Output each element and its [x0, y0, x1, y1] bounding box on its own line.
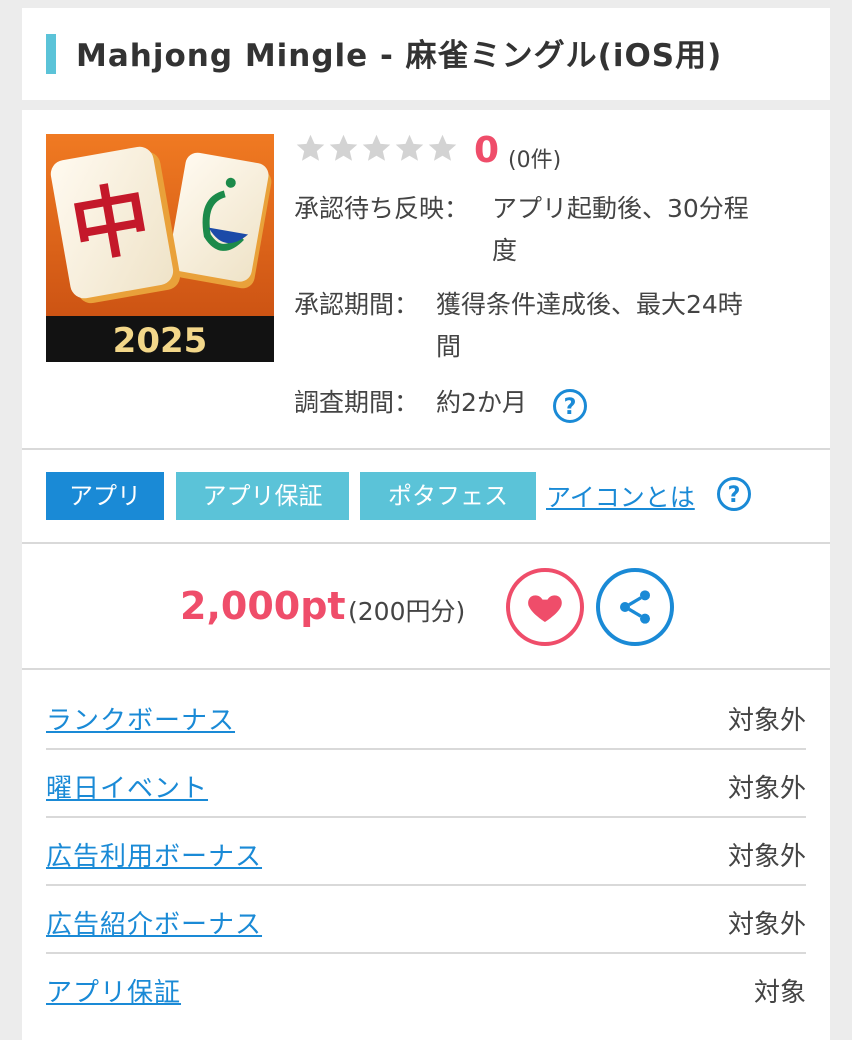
share-button[interactable] [596, 568, 674, 646]
reward-yen: (200円分) [348, 597, 466, 626]
divider [22, 542, 830, 544]
bonus-row: ランクボーナス 対象外 [46, 682, 806, 750]
rating-value: 0 [474, 130, 500, 171]
star-icon [362, 134, 391, 161]
divider [22, 448, 830, 450]
tag-app-guarantee: アプリ保証 [176, 472, 349, 520]
title-card: Mahjong Mingle - 麻雀ミングル(iOS用) [22, 8, 830, 100]
info-label: 承認期間： [294, 290, 420, 319]
bonus-status: 対象外 [727, 774, 806, 804]
help-icon[interactable]: ? [716, 476, 752, 512]
info-value-cont: 間 [436, 332, 462, 361]
info-row-approval-period: 承認期間： 獲得条件達成後、最大24時 間 [294, 284, 814, 374]
page-title: Mahjong Mingle - 麻雀ミングル(iOS用) [76, 38, 723, 74]
bonus-status: 対象外 [727, 706, 806, 736]
bonus-row: アプリ保証 対象 [46, 954, 806, 1022]
offer-card: 中 2025 0 (0件) 承認待ち反映： アプリ起動後、30分程 度 承認期間… [22, 110, 830, 1040]
tag-potafes: ポタフェス [360, 472, 536, 520]
bonus-status: 対象外 [727, 842, 806, 872]
svg-text:?: ? [728, 483, 741, 508]
mahjong-tiles-icon: 中 2025 [46, 134, 274, 362]
info-label: 承認待ち反映： [294, 194, 470, 223]
bonus-link-weekday[interactable]: 曜日イベント [46, 768, 208, 805]
reward-points: 2,000pt [180, 584, 346, 628]
bonus-status: 対象 [753, 978, 806, 1008]
info-value-cont: 度 [492, 236, 518, 265]
info-value: アプリ起動後、30分程 [492, 194, 749, 223]
bonus-link-rank[interactable]: ランクボーナス [46, 700, 235, 737]
info-row-survey-period: 調査期間： 約2か月 ? [294, 382, 814, 426]
share-icon [620, 590, 650, 624]
icon-help-link[interactable]: アイコンとは [546, 478, 695, 514]
svg-text:?: ? [564, 395, 577, 420]
info-value: 約2か月 [436, 388, 527, 417]
favorite-button[interactable] [506, 568, 584, 646]
star-icon [428, 134, 457, 161]
tag-app: アプリ [46, 472, 164, 520]
star-icon [329, 134, 358, 161]
bonus-row: 広告利用ボーナス 対象外 [46, 818, 806, 886]
star-icon [395, 134, 424, 161]
info-label: 調査期間： [294, 388, 420, 417]
bonus-link-app-guarantee[interactable]: アプリ保証 [46, 972, 181, 1009]
bonus-link-ad-usage[interactable]: 広告利用ボーナス [46, 836, 262, 873]
rating-stars [294, 132, 459, 165]
rating-count: (0件) [508, 148, 562, 173]
title-accent-bar [46, 34, 56, 74]
help-icon[interactable]: ? [552, 384, 588, 426]
info-value: 獲得条件達成後、最大24時 [436, 290, 743, 319]
info-row-approval-reflect: 承認待ち反映： アプリ起動後、30分程 度 [294, 188, 814, 278]
heart-icon [528, 595, 562, 622]
star-icon [296, 134, 325, 161]
app-icon-image[interactable]: 中 2025 [46, 134, 274, 362]
bonus-row: 広告紹介ボーナス 対象外 [46, 886, 806, 954]
divider [22, 668, 830, 670]
icon-year-label: 2025 [113, 321, 208, 361]
bonus-link-ad-referral[interactable]: 広告紹介ボーナス [46, 904, 262, 941]
bonus-status: 対象外 [727, 910, 806, 940]
bonus-row: 曜日イベント 対象外 [46, 750, 806, 818]
icon-tile-char: 中 [65, 173, 157, 275]
